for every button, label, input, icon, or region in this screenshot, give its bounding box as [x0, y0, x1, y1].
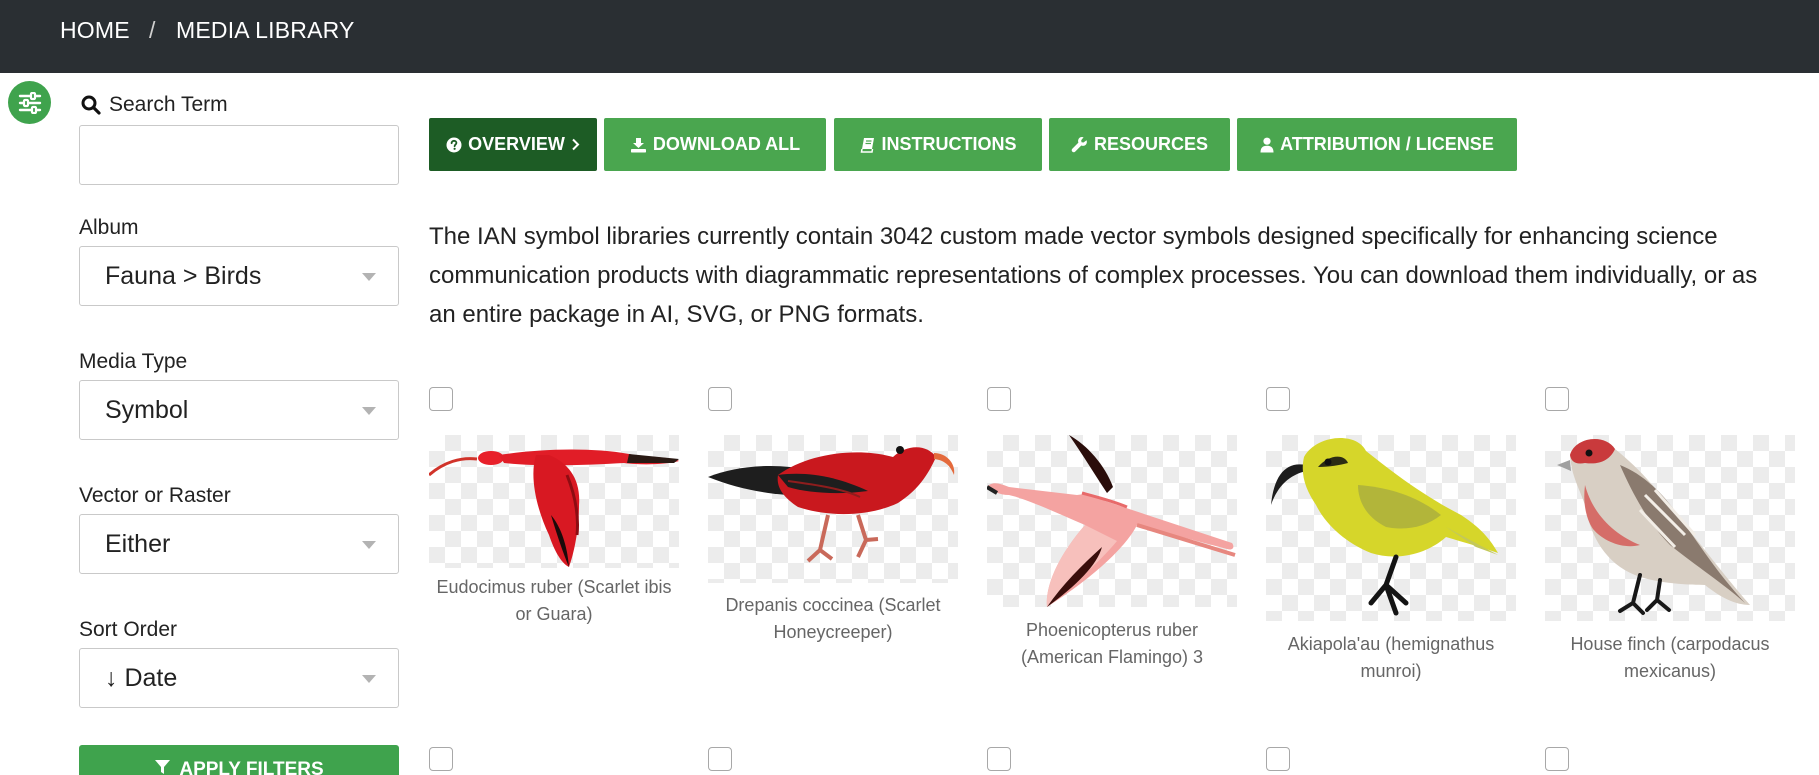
chevron-down-icon: [362, 407, 376, 415]
item-checkbox[interactable]: [708, 387, 732, 411]
filter-toggle-button[interactable]: [8, 81, 51, 124]
question-circle-icon: [446, 137, 462, 152]
media-type-select[interactable]: Symbol: [79, 380, 399, 440]
tab-instructions[interactable]: INSTRUCTIONS: [834, 118, 1042, 171]
item-caption: Eudocimus ruber (Scarlet ibis or Guara): [436, 577, 672, 624]
vector-raster-label: Vector or Raster: [79, 484, 231, 507]
album-select[interactable]: Fauna > Birds: [79, 246, 399, 306]
breadcrumb-current: MEDIA LIBRARY: [176, 17, 355, 43]
breadcrumb-separator: /: [149, 17, 156, 43]
tab-instructions-label: INSTRUCTIONS: [881, 134, 1017, 154]
album-select-value: Fauna > Birds: [105, 262, 262, 290]
tab-download-all-label: DOWNLOAD ALL: [652, 134, 801, 154]
vector-raster-select[interactable]: Either: [79, 514, 399, 574]
item-checkbox[interactable]: [429, 747, 453, 771]
item-caption: House finch (carpodacus mexicanus): [1570, 634, 1770, 681]
download-icon: [630, 137, 646, 152]
item-checkbox[interactable]: [1266, 747, 1290, 771]
tab-resources-label: RESOURCES: [1093, 134, 1209, 154]
item-thumbnail-scarlet-ibis[interactable]: [429, 435, 679, 568]
item-checkbox[interactable]: [1545, 387, 1569, 411]
akiapolaau-image: [1271, 438, 1498, 616]
intro-paragraph: The IAN symbol libraries currently conta…: [429, 223, 1758, 328]
user-icon: [1260, 137, 1274, 152]
vector-raster-select-value: Either: [105, 530, 171, 558]
item-checkbox[interactable]: [1266, 387, 1290, 411]
breadcrumb-home-link[interactable]: HOME: [60, 17, 130, 44]
top-navbar: HOME / MEDIA LIBRARY: [0, 0, 1819, 73]
item-checkbox[interactable]: [987, 747, 1011, 771]
scarlet-ibis-image: [429, 449, 679, 567]
search-icon: [81, 95, 101, 115]
filter-icon: [155, 760, 171, 774]
media-type-select-value: Symbol: [105, 396, 189, 424]
sort-order-select[interactable]: ↓ Date: [79, 648, 399, 708]
sort-order-label: Sort Order: [79, 618, 178, 641]
album-label: Album: [79, 216, 139, 239]
sliders-icon: [18, 91, 41, 114]
search-term-label-text: Search Term: [109, 93, 228, 116]
item-caption: Drepanis coccinea (Scarlet Honeycreeper): [725, 595, 941, 642]
item-thumbnail-american-flamingo[interactable]: [987, 435, 1237, 607]
chevron-down-icon: [362, 273, 376, 281]
apply-filters-button[interactable]: APPLY FILTERS: [79, 745, 399, 775]
chevron-down-icon: [362, 675, 376, 683]
item-checkbox[interactable]: [429, 387, 453, 411]
tab-attribution-license[interactable]: ATTRIBUTION / LICENSE: [1237, 118, 1517, 171]
search-term-label: Search Term: [81, 93, 228, 117]
item-caption: Akiapola'au (hemignathus munroi): [1287, 634, 1495, 681]
tab-overview[interactable]: OVERVIEW: [429, 118, 597, 171]
item-checkbox[interactable]: [1545, 747, 1569, 771]
item-checkbox[interactable]: [987, 387, 1011, 411]
chevron-right-icon: [572, 138, 580, 151]
chevron-down-icon: [362, 541, 376, 549]
tab-overview-label: OVERVIEW: [468, 134, 565, 154]
search-input[interactable]: [79, 125, 399, 185]
sort-order-select-value: ↓ Date: [105, 664, 178, 692]
apply-filters-label: APPLY FILTERS: [179, 759, 324, 775]
wrench-icon: [1071, 136, 1087, 153]
american-flamingo-image: [987, 435, 1236, 607]
book-icon: [860, 137, 874, 153]
item-thumbnail-house-finch[interactable]: [1545, 435, 1795, 621]
tab-resources[interactable]: RESOURCES: [1049, 118, 1230, 171]
item-checkbox[interactable]: [708, 747, 732, 771]
tab-attribution-license-label: ATTRIBUTION / LICENSE: [1280, 134, 1494, 154]
item-thumbnail-scarlet-honeycreeper[interactable]: [708, 435, 958, 583]
item-thumbnail-akiapolaau[interactable]: [1266, 435, 1516, 621]
house-finch-image: [1557, 438, 1750, 615]
scarlet-honeycreeper-image: [708, 446, 955, 563]
tab-download-all[interactable]: DOWNLOAD ALL: [604, 118, 826, 171]
item-caption: Phoenicopterus ruber (American Flamingo)…: [1020, 620, 1204, 667]
media-type-label: Media Type: [79, 350, 188, 373]
